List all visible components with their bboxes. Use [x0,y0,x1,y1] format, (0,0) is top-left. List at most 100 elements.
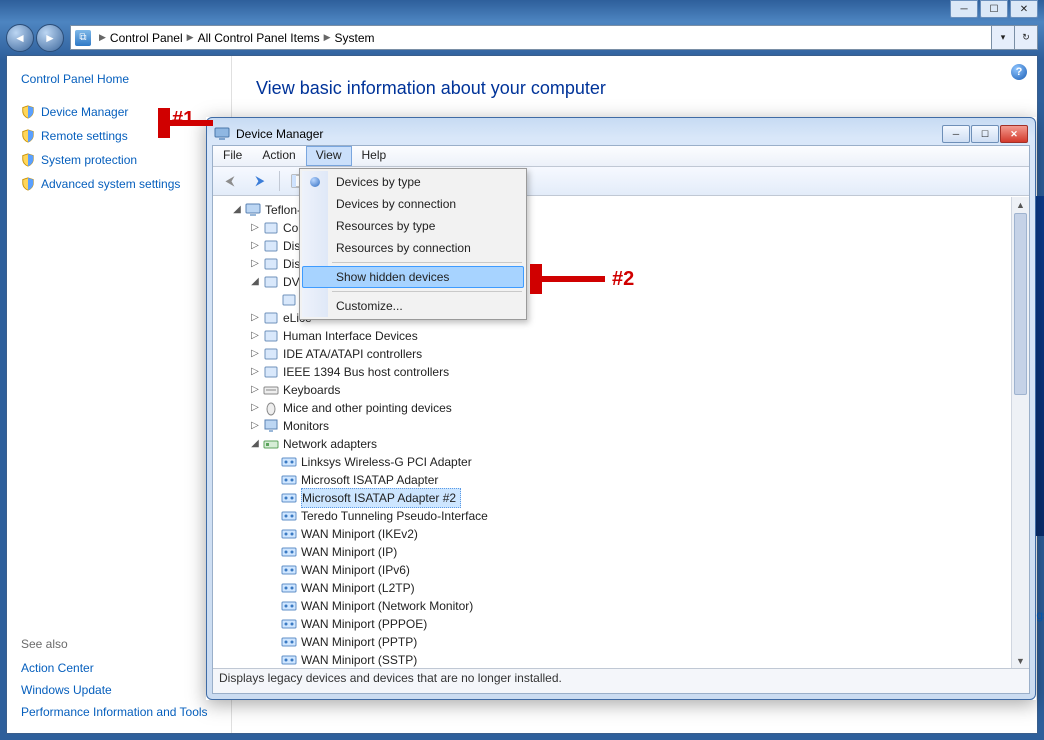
see-also-windows-update[interactable]: Windows Update [21,683,221,697]
tree-expander-icon[interactable]: ◢ [231,201,243,219]
tree-scrollbar[interactable]: ▲ ▼ [1011,197,1029,668]
tree-node[interactable]: WAN Miniport (L2TP) [219,579,1011,597]
tree-node[interactable]: WAN Miniport (PPTP) [219,633,1011,651]
selected-bullet-icon [310,177,320,187]
dm-minimize-button[interactable]: ─ [942,125,970,143]
remote-settings-link[interactable]: Remote settings [21,128,221,144]
view-menu-item[interactable]: Devices by type [302,171,524,193]
dm-statusbar: Displays legacy devices and devices that… [213,668,1029,693]
refresh-button[interactable]: ↻ [1014,25,1038,50]
see-also-performance-info[interactable]: Performance Information and Tools [21,705,221,719]
tree-node-label: WAN Miniport (Network Monitor) [301,597,473,615]
tree-expander-icon[interactable]: ▷ [249,417,261,435]
nic-icon [281,472,297,488]
tree-node-label: WAN Miniport (IPv6) [301,561,410,579]
view-menu-item[interactable]: Resources by type [302,215,524,237]
tree-expander-icon[interactable]: ▷ [249,255,261,273]
tree-expander-icon[interactable]: ▷ [249,345,261,363]
nic-icon [281,598,297,614]
tree-node[interactable]: WAN Miniport (IPv6) [219,561,1011,579]
tree-node-label: Microsoft ISATAP Adapter [301,471,438,489]
tree-expander-icon[interactable]: ▷ [249,327,261,345]
tree-expander-icon[interactable]: ▷ [249,381,261,399]
tree-node-label: Network adapters [283,435,377,453]
breadcrumb-dropdown-button[interactable]: ▾ [991,25,1015,50]
tree-node[interactable]: Microsoft ISATAP Adapter #2 [219,489,1011,507]
tree-node[interactable]: ▷Keyboards [219,381,1011,399]
view-menu-item[interactable]: Show hidden devices [302,266,524,288]
tree-expander-icon[interactable]: ▷ [249,237,261,255]
see-also-action-center[interactable]: Action Center [21,661,221,675]
tree-expander-icon[interactable]: ◢ [249,273,261,291]
dropdown-item-label: Show hidden devices [336,270,449,284]
menu-action[interactable]: Action [252,146,305,166]
nic-icon [281,562,297,578]
toolbar-forward-button[interactable]: ⮞ [247,169,273,193]
view-menu-item[interactable]: Customize... [302,295,524,317]
tree-expander-icon[interactable]: ▷ [249,399,261,417]
menu-help[interactable]: Help [352,146,397,166]
device-manager-link[interactable]: Device Manager [21,104,221,120]
tree-node[interactable]: ◢ Network adapters [219,435,1011,453]
sidebar-link-label: System protection [41,153,137,167]
breadcrumb-separator-icon: ▶ [187,32,194,43]
tree-node[interactable]: ▷IDE ATA/ATAPI controllers [219,345,1011,363]
nav-forward-button[interactable]: ► [36,24,64,52]
tree-node-label: Linksys Wireless-G PCI Adapter [301,453,472,471]
breadcrumb-item[interactable]: All Control Panel Items [198,31,320,45]
tree-node[interactable]: WAN Miniport (SSTP) [219,651,1011,668]
dm-titlebar[interactable]: Device Manager ─ ☐ ✕ [212,123,1030,145]
scroll-down-arrow-icon[interactable]: ▼ [1012,653,1029,668]
dm-close-button[interactable]: ✕ [1000,125,1028,143]
nic-icon [281,508,297,524]
breadcrumb-bar[interactable]: ⧉ ▶ Control Panel ▶ All Control Panel It… [70,25,992,50]
network-adapters-icon [263,436,279,452]
tree-expander-icon[interactable]: ◢ [249,435,261,453]
tree-expander-icon[interactable]: ▷ [249,219,261,237]
dm-maximize-button[interactable]: ☐ [971,125,999,143]
tree-node[interactable]: WAN Miniport (IP) [219,543,1011,561]
tree-expander-icon[interactable]: ▷ [249,363,261,381]
display-icon [263,256,279,272]
outer-maximize-button[interactable]: ☐ [980,0,1008,18]
control-panel-home-link[interactable]: Control Panel Home [21,72,221,86]
tree-node[interactable]: ▷Monitors [219,417,1011,435]
toolbar-back-button[interactable]: ⮜ [217,169,243,193]
outer-window-caption-buttons: ─ ☐ ✕ [0,0,1044,21]
menu-view[interactable]: View [306,146,352,166]
dvd-icon [263,274,279,290]
nic-icon [281,526,297,542]
tree-node-label: WAN Miniport (L2TP) [301,579,415,597]
menu-file[interactable]: File [213,146,252,166]
view-menu-item[interactable]: Devices by connection [302,193,524,215]
tree-node[interactable]: WAN Miniport (PPPOE) [219,615,1011,633]
sidebar: Control Panel Home Device Manager Remote… [7,56,232,733]
tree-node[interactable]: ▷Human Interface Devices [219,327,1011,345]
scroll-thumb[interactable] [1014,213,1027,395]
outer-minimize-button[interactable]: ─ [950,0,978,18]
system-protection-link[interactable]: System protection [21,152,221,168]
tree-node[interactable]: ▷IEEE 1394 Bus host controllers [219,363,1011,381]
page-heading: View basic information about your comput… [256,78,1013,99]
tree-node[interactable]: Microsoft ISATAP Adapter [219,471,1011,489]
view-menu-item[interactable]: Resources by connection [302,237,524,259]
nav-back-button[interactable]: ◄ [6,24,34,52]
device-manager-icon [214,126,230,142]
computer-icon [263,220,279,236]
outer-close-button[interactable]: ✕ [1010,0,1038,18]
tree-node[interactable]: WAN Miniport (IKEv2) [219,525,1011,543]
scroll-up-arrow-icon[interactable]: ▲ [1012,197,1029,212]
breadcrumb-item[interactable]: System [335,31,375,45]
tree-node[interactable]: Linksys Wireless-G PCI Adapter [219,453,1011,471]
tree-node-label: WAN Miniport (SSTP) [301,651,417,668]
dropdown-separator [332,291,522,292]
breadcrumb-item[interactable]: Control Panel [110,31,183,45]
nic-icon [281,616,297,632]
tree-node[interactable]: WAN Miniport (Network Monitor) [219,597,1011,615]
help-icon[interactable]: ? [1011,64,1027,80]
shield-icon [21,152,35,168]
tree-node[interactable]: Teredo Tunneling Pseudo-Interface [219,507,1011,525]
tree-expander-icon[interactable]: ▷ [249,309,261,327]
tree-node[interactable]: ▷Mice and other pointing devices [219,399,1011,417]
advanced-system-settings-link[interactable]: Advanced system settings [21,176,221,192]
